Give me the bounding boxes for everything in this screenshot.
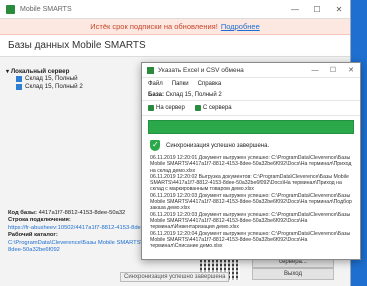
dialog-app-icon: [147, 66, 154, 74]
sync-status: Синхронизация успешно завершена.: [142, 138, 360, 153]
log-entry: 06.11.2019 12:20:03 Документ выгружен ус…: [150, 211, 351, 231]
exit-button[interactable]: Выход: [252, 268, 334, 280]
close-icon[interactable]: ✕: [342, 66, 360, 74]
dialog-titlebar: Указать Excel и CSV обмена — ☐ ✕: [142, 63, 360, 78]
exchange-dialog: Указать Excel и CSV обмена — ☐ ✕ Файл Па…: [141, 62, 361, 260]
maximize-icon[interactable]: ☐: [306, 5, 328, 14]
log-entry: 06.11.2019 12:20:01 Документ выгружен ус…: [150, 155, 352, 174]
menu-help[interactable]: Справка: [198, 81, 222, 87]
banner-text: Истёк срок подписки на обновления!: [90, 22, 218, 31]
upload-icon: [148, 105, 154, 111]
page-title: Базы данных Mobile SMARTS: [0, 35, 350, 57]
minimize-icon[interactable]: —: [284, 5, 306, 14]
taskbar-notification: Синхронизация успешно завершена: [120, 272, 230, 282]
tree-root[interactable]: ▾ Локальный сервер: [6, 68, 141, 75]
menu-folders[interactable]: Папки: [172, 81, 189, 87]
main-window-title: Mobile SMARTS: [20, 5, 72, 13]
progress-bar: [148, 120, 354, 134]
subscription-banner: Истёк срок подписки на обновления! Подро…: [0, 19, 350, 35]
tree-item[interactable]: Склад 15, Полный 2: [6, 83, 141, 91]
sync-log: 06.11.2019 12:20:01 Документ выгружен ус…: [142, 153, 360, 251]
main-titlebar: Mobile SMARTS — ☐ ✕: [0, 0, 350, 19]
dialog-title: Указать Excel и CSV обмена: [158, 66, 244, 74]
database-icon: [16, 84, 22, 90]
log-entry: 06.11.2019 12:20:03 Документ выгружен ус…: [150, 192, 352, 212]
tree-item[interactable]: Склад 15, Полный: [6, 75, 141, 83]
maximize-icon[interactable]: ☐: [324, 66, 342, 74]
menu-bar: Файл Папки Справка: [142, 78, 360, 90]
action-bar: На сервер С сервера: [142, 101, 360, 116]
app-icon: [6, 4, 15, 14]
menu-file[interactable]: Файл: [148, 81, 163, 87]
database-line: База: Склад 15, Полный 2: [142, 90, 360, 101]
close-icon[interactable]: ✕: [328, 5, 350, 14]
from-server-button[interactable]: С сервера: [194, 105, 232, 111]
minimize-icon[interactable]: —: [306, 67, 324, 74]
banner-link[interactable]: Подробнее: [221, 22, 260, 31]
download-icon: [194, 105, 201, 111]
shield-check-icon: [150, 140, 160, 151]
log-entry: 06.11.2019 12:20:02 Выгрузка документов:…: [150, 173, 349, 193]
log-entry: 06.11.2019 12:20:04 Документ выгружен ус…: [150, 230, 351, 250]
database-icon: [16, 76, 22, 82]
to-server-button[interactable]: На сервер: [148, 105, 185, 111]
server-tree: ▾ Локальный сервер Склад 15, Полный Скла…: [6, 68, 141, 91]
